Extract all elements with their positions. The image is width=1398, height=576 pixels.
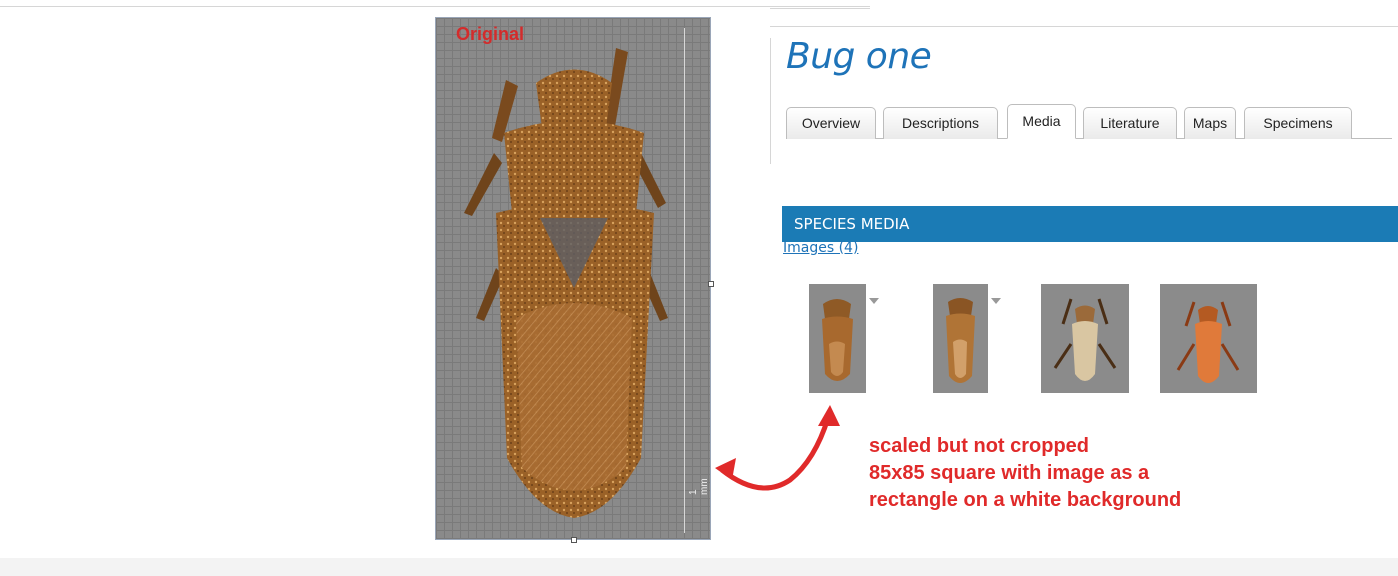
tab-maps[interactable]: Maps xyxy=(1184,107,1236,139)
species-media-header: SPECIES MEDIA xyxy=(782,206,1398,242)
ruler-label: 1 mm xyxy=(688,478,710,495)
annotation-line-3: rectangle on a white background xyxy=(869,489,1182,511)
scale-ruler xyxy=(684,28,705,533)
media-thumbnail-3[interactable] xyxy=(1041,284,1129,393)
media-thumbnail-4[interactable] xyxy=(1160,284,1257,393)
tab-overview[interactable]: Overview xyxy=(786,107,876,139)
annotation-line-1: scaled but not cropped xyxy=(869,435,1090,457)
header-divider xyxy=(770,8,870,9)
media-thumbnail-1[interactable] xyxy=(809,284,866,393)
media-thumbnail-2[interactable] xyxy=(933,284,988,393)
bug-thumbnail-2 xyxy=(946,298,975,383)
tab-descriptions[interactable]: Descriptions xyxy=(883,107,998,139)
panel-divider xyxy=(770,38,771,164)
bug-thumbnail-3 xyxy=(1053,298,1117,381)
bottom-band xyxy=(0,558,1398,576)
original-specimen-image: Original 1 mm xyxy=(435,17,711,540)
curved-double-arrow-icon xyxy=(715,405,840,491)
dropdown-arrow-icon[interactable] xyxy=(869,298,879,304)
top-divider xyxy=(0,6,870,7)
annotation-line-2: 85x85 square with image as a xyxy=(869,462,1150,484)
page-title: Bug one xyxy=(786,36,932,77)
images-link[interactable]: Images (4) xyxy=(783,240,858,256)
tab-specimens[interactable]: Specimens xyxy=(1244,107,1352,139)
tab-literature[interactable]: Literature xyxy=(1083,107,1177,139)
bug-thumbnail-1 xyxy=(822,299,853,381)
tab-bar: Overview Descriptions Media Literature M… xyxy=(786,104,1392,139)
bug-thumbnail-4 xyxy=(1176,301,1240,383)
dropdown-arrow-icon[interactable] xyxy=(991,298,1001,304)
bug-illustration xyxy=(464,48,668,518)
original-label: Original xyxy=(456,24,525,44)
tab-media[interactable]: Media xyxy=(1007,104,1076,139)
header-divider-2 xyxy=(770,26,1398,27)
annotation-note: scaled but not cropped 85x85 square with… xyxy=(869,433,1181,514)
resize-handle[interactable] xyxy=(708,281,714,287)
resize-handle[interactable] xyxy=(571,537,577,543)
